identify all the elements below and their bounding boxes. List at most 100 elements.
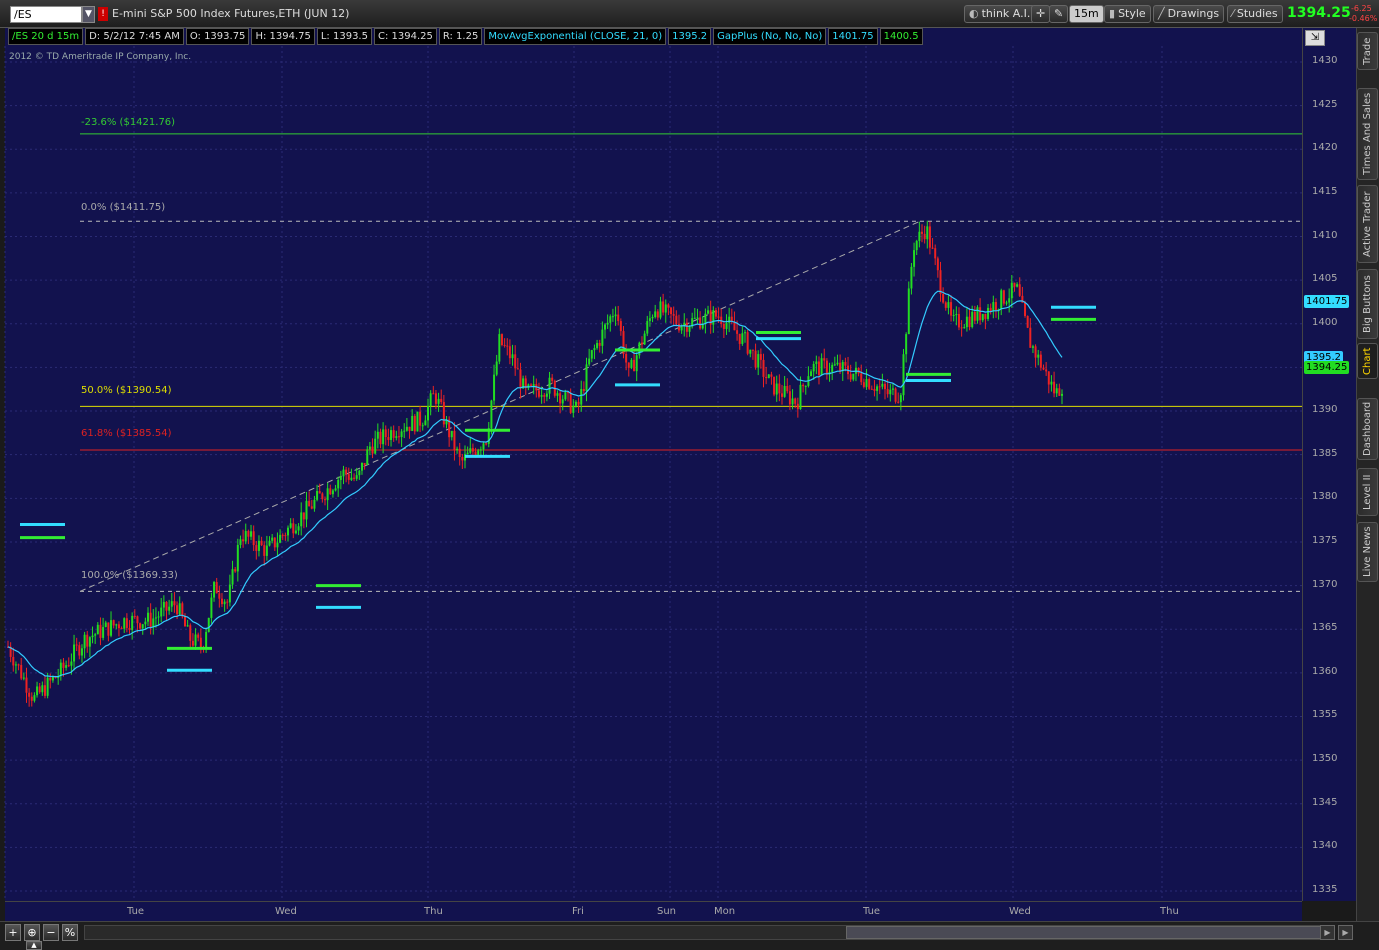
bar-open: O: 1393.75 bbox=[185, 28, 250, 45]
gapplus-value-2: 1400.5 bbox=[879, 28, 923, 45]
candle-body bbox=[194, 634, 197, 646]
candle-body bbox=[810, 371, 813, 377]
candle-body bbox=[1008, 298, 1011, 303]
sidebar-tab-level-ii[interactable]: Level II bbox=[1357, 468, 1378, 516]
candle-body bbox=[537, 390, 540, 397]
candle-body bbox=[577, 401, 580, 405]
candle-body bbox=[65, 665, 68, 668]
candle-body bbox=[197, 634, 200, 638]
candle-body bbox=[738, 333, 741, 344]
candle-body bbox=[427, 406, 430, 421]
candle-body bbox=[390, 430, 393, 440]
time-scrollbar-thumb[interactable] bbox=[846, 926, 1334, 939]
candle-body bbox=[99, 624, 102, 638]
candle-body bbox=[593, 348, 596, 351]
gapplus-value-1: 1401.75 bbox=[828, 28, 878, 45]
sidebar-tab-trade[interactable]: Trade bbox=[1357, 32, 1378, 70]
candle-body bbox=[231, 569, 234, 585]
candle-body bbox=[30, 696, 33, 701]
candle-body bbox=[712, 310, 715, 325]
percent-scale-button[interactable]: % bbox=[62, 924, 78, 941]
price-tick: 1420 bbox=[1312, 142, 1338, 154]
candle-body bbox=[374, 438, 377, 454]
candle-body bbox=[889, 389, 892, 395]
candle-body bbox=[220, 598, 223, 605]
candle-body bbox=[125, 618, 128, 628]
candle-body bbox=[342, 469, 345, 477]
sidebar-tab-dashboard[interactable]: Dashboard bbox=[1357, 398, 1378, 460]
candle-body bbox=[273, 537, 276, 548]
candle-body bbox=[979, 307, 982, 321]
candle-body bbox=[923, 233, 926, 240]
candle-body bbox=[168, 606, 171, 611]
candle-body bbox=[178, 603, 181, 615]
candle-body bbox=[165, 601, 168, 611]
candle-body bbox=[759, 354, 762, 360]
candle-body bbox=[757, 354, 760, 368]
candle-body bbox=[424, 420, 427, 426]
candle-body bbox=[609, 316, 612, 323]
time-tick: Thu bbox=[424, 906, 443, 917]
candle-body bbox=[894, 388, 897, 402]
expand-chart-icon[interactable]: ⇲ bbox=[1305, 30, 1325, 46]
candle-body bbox=[699, 317, 702, 329]
candle-body bbox=[88, 637, 91, 647]
candle-body bbox=[1045, 369, 1048, 372]
candle-body bbox=[14, 664, 17, 666]
candle-body bbox=[802, 384, 805, 387]
candle-body bbox=[482, 443, 485, 450]
sidebar-tab-chart[interactable]: Chart bbox=[1357, 343, 1378, 379]
time-tick: Fri bbox=[572, 906, 584, 917]
sidebar-tab-big-buttons[interactable]: Big Buttons bbox=[1357, 269, 1378, 339]
candle-body bbox=[38, 686, 41, 693]
candle-body bbox=[366, 449, 369, 465]
candle-body bbox=[429, 393, 432, 407]
candle-body bbox=[51, 676, 54, 681]
zoom-out-button[interactable]: − bbox=[43, 924, 59, 941]
candle-body bbox=[519, 369, 522, 389]
collapse-icon[interactable]: ▲ bbox=[26, 941, 42, 950]
candle-body bbox=[625, 354, 628, 363]
candle-body bbox=[844, 361, 847, 366]
ema-study-label[interactable]: MovAvgExponential (CLOSE, 21, 0) bbox=[484, 28, 667, 45]
price-tick: 1405 bbox=[1312, 273, 1338, 285]
candle-body bbox=[585, 364, 588, 392]
candle-body bbox=[1058, 388, 1061, 396]
candle-body bbox=[59, 662, 62, 677]
zoom-fit-button[interactable]: ⊕ bbox=[24, 924, 40, 941]
fib-label-fifty: 50.0% ($1390.54) bbox=[81, 385, 172, 396]
candle-body bbox=[453, 430, 456, 451]
candle-body bbox=[1055, 388, 1058, 394]
candle-body bbox=[677, 323, 680, 331]
candle-body bbox=[833, 364, 836, 366]
candle-body bbox=[950, 302, 953, 316]
candle-body bbox=[49, 677, 52, 681]
gapplus-study-label[interactable]: GapPlus (No, No, No) bbox=[713, 28, 827, 45]
candle-body bbox=[360, 462, 363, 471]
candle-body bbox=[952, 315, 955, 317]
candle-body bbox=[865, 379, 868, 387]
candle-body bbox=[559, 393, 562, 404]
candle-body bbox=[413, 415, 416, 432]
bar-date: D: 5/2/12 7:45 AM bbox=[85, 28, 184, 45]
scroll-end-icon[interactable]: ▶ bbox=[1338, 925, 1353, 940]
chart-id[interactable]: /ES 20 d 15m bbox=[8, 28, 84, 45]
candle-body bbox=[680, 326, 683, 331]
candle-body bbox=[28, 692, 31, 697]
candle-body bbox=[627, 362, 630, 368]
candle-body bbox=[228, 584, 231, 603]
zoom-in-button[interactable]: + bbox=[5, 924, 21, 941]
candle-body bbox=[41, 685, 44, 693]
scroll-right-icon[interactable]: ▶ bbox=[1320, 925, 1335, 940]
candle-body bbox=[823, 358, 826, 361]
fib-label-neg236: -23.6% ($1421.76) bbox=[81, 117, 176, 128]
candle-body bbox=[281, 534, 284, 536]
sidebar-tab-live-news[interactable]: Live News bbox=[1357, 522, 1378, 582]
sidebar-tab-active-trader[interactable]: Active Trader bbox=[1357, 185, 1378, 263]
candle-body bbox=[762, 359, 765, 377]
candle-body bbox=[434, 393, 437, 404]
candle-body bbox=[754, 350, 757, 368]
candle-body bbox=[825, 360, 828, 375]
sidebar-tab-times-and-sales[interactable]: Times And Sales bbox=[1357, 88, 1378, 180]
candle-body bbox=[376, 431, 379, 439]
